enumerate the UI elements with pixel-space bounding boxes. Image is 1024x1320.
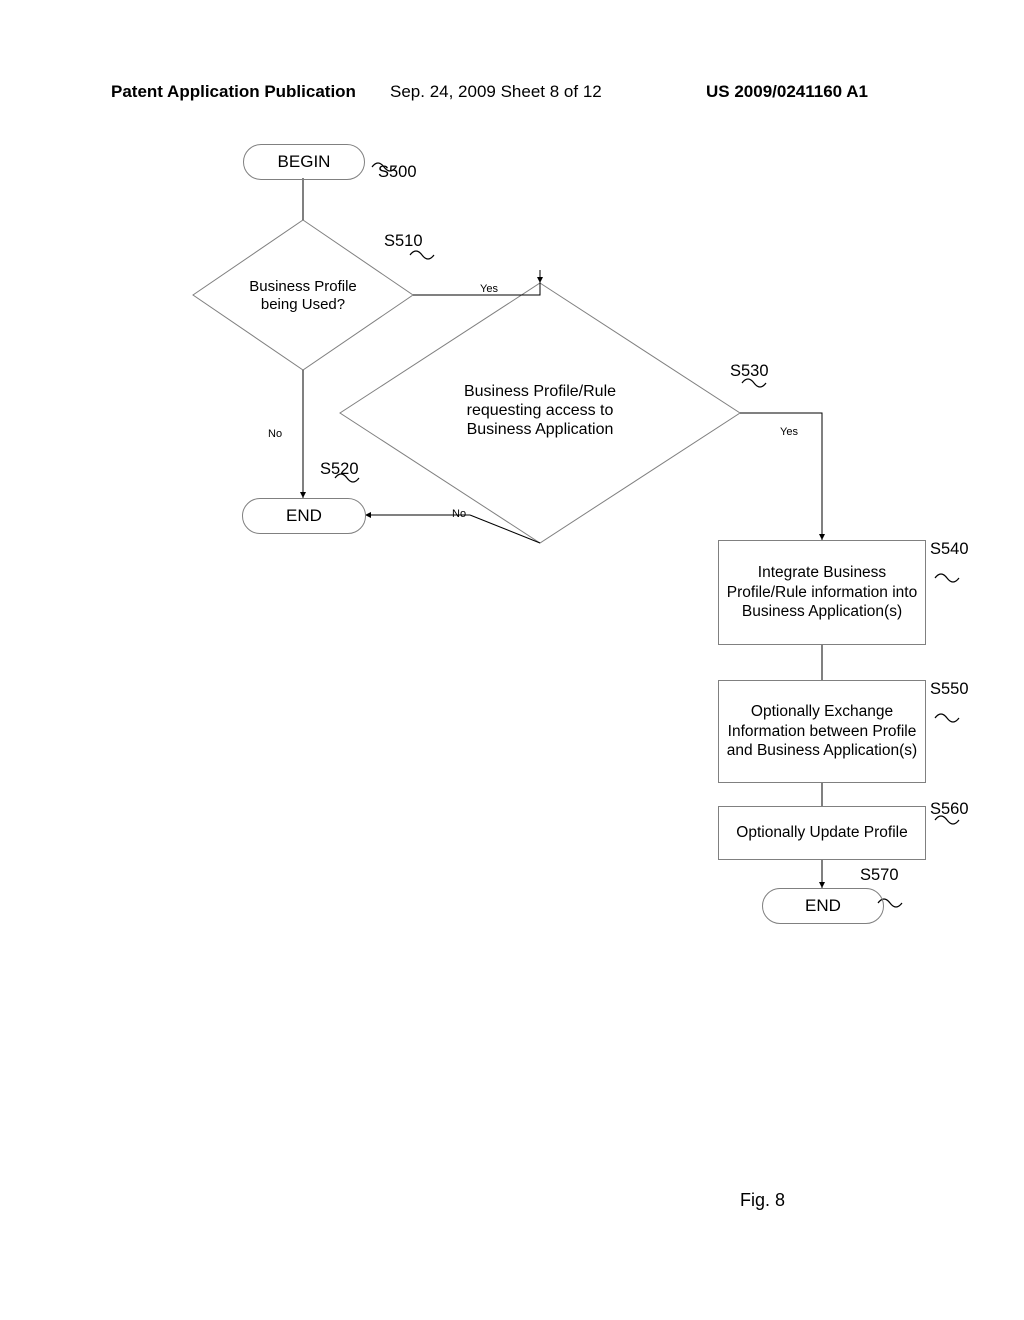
ref-s520: S520 [320,460,359,479]
process-s540-label: Integrate Business Profile/Rule informat… [723,563,921,621]
ref-s500: S500 [378,163,417,182]
process-s550: Optionally Exchange Information between … [718,680,926,783]
decision-s530-label: Business Profile/Rule requesting access … [450,382,630,440]
ref-s510: S510 [384,232,423,251]
header-right: US 2009/0241160 A1 [706,82,868,102]
terminator-end-s520: END [242,498,366,534]
decision-s510-label: Business Profile being Used? [225,278,381,314]
ref-s530: S530 [730,362,769,381]
edge-no-s530: No [452,508,466,520]
terminator-end-s570: END [762,888,884,924]
ref-s560: S560 [930,800,969,819]
process-s560-label: Optionally Update Profile [736,823,907,842]
flow-svg [0,0,1024,1320]
header-left: Patent Application Publication [111,82,356,102]
edge-yes-s510: Yes [480,283,498,295]
terminator-end-s570-label: END [805,896,841,916]
process-s540: Integrate Business Profile/Rule informat… [718,540,926,645]
figure-label: Fig. 8 [740,1190,785,1211]
page: Patent Application Publication Sep. 24, … [0,0,1024,1320]
terminator-end-s520-label: END [286,506,322,526]
ref-s550: S550 [930,680,969,699]
header-center: Sep. 24, 2009 Sheet 8 of 12 [390,82,602,102]
ref-s540: S540 [930,540,969,559]
ref-s570: S570 [860,866,899,885]
process-s560: Optionally Update Profile [718,806,926,860]
terminator-begin-label: BEGIN [278,152,331,172]
edge-yes-s530: Yes [780,426,798,438]
edge-no-s510: No [268,428,282,440]
terminator-begin: BEGIN [243,144,365,180]
process-s550-label: Optionally Exchange Information between … [723,702,921,760]
